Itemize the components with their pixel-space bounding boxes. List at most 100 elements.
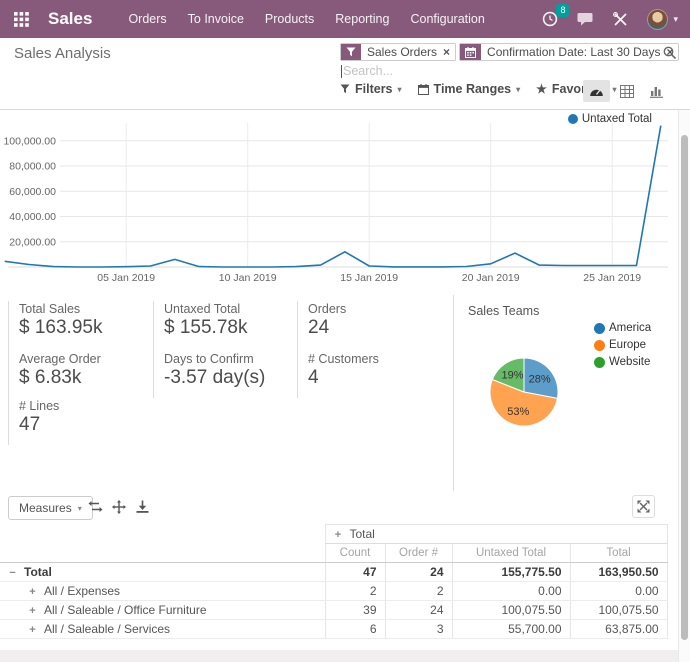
menu-reporting[interactable]: Reporting [335,12,389,26]
pivot-row-office-furniture: +All / Saleable / Office Furniture 39 24… [0,601,667,620]
pivot-toolbar: Measures ▾ [0,495,678,523]
kpi-orders[interactable]: Orders 24 [297,301,453,351]
vertical-scrollbar-thumb[interactable] [681,135,688,640]
user-menu-button[interactable]: ▾ [645,7,680,32]
filter-icon [341,44,361,60]
pivot-col-count[interactable]: Count [325,544,385,563]
measures-button[interactable]: Measures ▾ [8,496,93,520]
sales-teams-pie-chart[interactable]: 28%53%19% [454,322,594,462]
svg-text:28%: 28% [529,374,551,386]
kpi-lines[interactable]: # Lines 47 [8,398,153,445]
row-header[interactable]: −Total [0,563,325,582]
app-brand[interactable]: Sales [48,9,92,29]
search-input[interactable]: Search... [341,63,591,79]
kpi-days-to-confirm[interactable]: Days to Confirm -3.57 day(s) [153,351,297,398]
cell-count[interactable]: 2 [325,582,385,601]
kpi-total-sales[interactable]: Total Sales $ 163.95k [8,301,153,351]
svg-text:15 Jan 2019: 15 Jan 2019 [340,272,398,284]
pivot-row-total: −Total 47 24 155,775.50 163,950.50 [0,563,667,582]
activities-button[interactable]: 8 [540,9,560,29]
developer-tools-button[interactable] [611,10,630,29]
row-header[interactable]: +All / Expenses [0,582,325,601]
cell-untaxed[interactable]: 100,075.50 [452,601,570,620]
facet-label: Sales Orders [361,44,443,60]
avatar [647,9,668,30]
pivot-measures-row: Count Order # Untaxed Total Total [0,544,667,563]
apps-grid-icon [14,12,29,27]
vertical-scrollbar [678,110,690,662]
sales-line-chart[interactable]: 20,000.0040,000.0060,000.0080,000.00100,… [0,110,678,290]
line-chart-legend[interactable]: Untaxed Total [568,113,652,125]
cell-total[interactable]: 0.00 [570,582,667,601]
row-header[interactable]: +All / Saleable / Services [0,620,325,639]
cell-untaxed[interactable]: 0.00 [452,582,570,601]
pie-legend-item[interactable]: Website [594,356,651,368]
expand-all-button[interactable] [112,500,126,514]
top-navbar: Sales Orders To Invoice Products Reporti… [0,0,690,38]
cell-count[interactable]: 39 [325,601,385,620]
legend-dot [594,340,605,351]
cell-order[interactable]: 24 [385,601,452,620]
plus-icon[interactable]: + [334,529,343,541]
search-facets: Sales Orders × Confirmation Date: Last 3… [340,43,679,61]
pivot-col-order[interactable]: Order # [385,544,452,563]
row-header[interactable]: +All / Saleable / Office Furniture [0,601,325,620]
view-graph-button[interactable] [643,80,670,102]
activities-badge: 8 [556,4,569,17]
expand-view-button[interactable] [632,495,655,518]
pivot-col-group-total[interactable]: +Total [325,525,667,544]
breadcrumb: Sales Analysis [14,45,111,62]
filters-dropdown[interactable]: Filters ▾ [340,82,402,96]
kpi-untaxed-total[interactable]: Untaxed Total $ 155.78k [153,301,297,351]
svg-text:25 Jan 2019: 25 Jan 2019 [583,272,641,284]
cell-order[interactable]: 24 [385,563,452,582]
page-footer-strip [0,650,678,662]
view-dashboard-button[interactable] [583,80,610,102]
cell-total[interactable]: 63,875.00 [570,620,667,639]
cell-untaxed[interactable]: 155,775.50 [452,563,570,582]
pie-legend-item[interactable]: Europe [594,339,651,351]
search-icon[interactable] [663,46,677,63]
menu-products[interactable]: Products [265,12,314,26]
facet-sales-orders[interactable]: Sales Orders × [340,43,456,61]
download-button[interactable] [136,500,149,513]
facet-remove-button[interactable]: × [443,44,455,60]
messages-button[interactable] [575,10,596,29]
cell-order[interactable]: 2 [385,582,452,601]
cell-count[interactable]: 47 [325,563,385,582]
apps-menu-button[interactable] [10,8,33,31]
plus-icon[interactable]: + [28,624,37,636]
plus-icon[interactable]: + [28,586,37,598]
caret-down-icon: ▾ [398,85,402,94]
flip-axis-button[interactable] [88,500,103,513]
kpi-average-order[interactable]: Average Order $ 6.83k [8,351,153,398]
time-ranges-dropdown[interactable]: Time Ranges ▾ [418,82,521,96]
dashboard-stats: Total Sales $ 163.95k Untaxed Total $ 15… [0,295,678,490]
view-pivot-button[interactable] [613,80,640,102]
sales-teams-panel: Sales Teams America Europe Website 28%53… [453,295,678,491]
navbar-left: Sales Orders To Invoice Products Reporti… [10,8,485,31]
cell-untaxed[interactable]: 55,700.00 [452,620,570,639]
cell-count[interactable]: 6 [325,620,385,639]
legend-dot [594,323,605,334]
kpi-customers[interactable]: # Customers 4 [297,351,453,398]
minus-icon[interactable]: − [8,567,17,579]
menu-orders[interactable]: Orders [128,12,166,26]
pie-legend: America Europe Website [594,322,651,368]
pie-legend-item[interactable]: America [594,322,651,334]
calendar-icon [460,44,481,60]
svg-text:80,000.00: 80,000.00 [9,161,56,173]
legend-dot [568,114,578,124]
menu-to-invoice[interactable]: To Invoice [188,12,244,26]
plus-icon[interactable]: + [28,605,37,617]
cell-total[interactable]: 100,075.50 [570,601,667,620]
svg-text:20,000.00: 20,000.00 [9,236,56,248]
cell-total[interactable]: 163,950.50 [570,563,667,582]
menu-configuration[interactable]: Configuration [410,12,484,26]
pivot-col-total[interactable]: Total [570,544,667,563]
cell-order[interactable]: 3 [385,620,452,639]
filter-icon [340,84,350,94]
facet-confirmation-date[interactable]: Confirmation Date: Last 30 Days × [459,43,679,61]
move-arrows-icon [112,500,126,514]
pivot-col-untaxed[interactable]: Untaxed Total [452,544,570,563]
